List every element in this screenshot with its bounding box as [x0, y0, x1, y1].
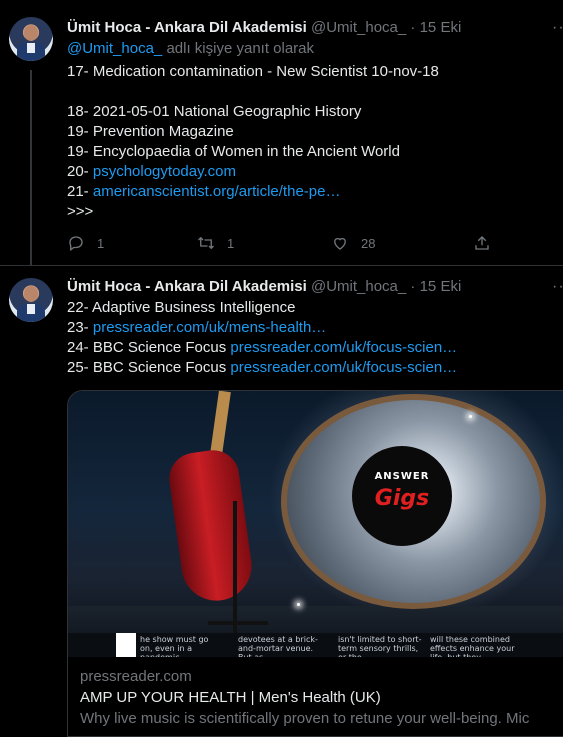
- magazine-text: he show must go on, even in a pandemic.: [140, 635, 209, 657]
- reply-context: @Umit_hoca_ adlı kişiye yanıt olarak: [67, 39, 314, 59]
- thread-connector-line: [30, 70, 32, 265]
- tweet-text-line: 25- BBC Science Focus pressreader.com/uk…: [67, 359, 458, 376]
- card-domain: pressreader.com: [80, 668, 192, 685]
- drum-logo: ANSWER Gigs: [352, 446, 452, 546]
- reply-to-handle[interactable]: @Umit_hoca_: [67, 40, 162, 57]
- reply-to-label: adlı kişiye yanıt olarak: [162, 40, 315, 57]
- share-icon: [475, 236, 489, 250]
- tweet-text-line: 17- Medication contamination - New Scien…: [67, 63, 439, 80]
- more-icon[interactable]: ···: [552, 277, 563, 297]
- like-count: 28: [361, 235, 376, 251]
- separator-dot: ·: [410, 278, 416, 295]
- like-button[interactable]: 28: [331, 234, 375, 252]
- share-button[interactable]: [473, 234, 491, 252]
- reply-count: 1: [97, 235, 105, 251]
- card-image[interactable]: ANSWER Gigs he show must go on, even in …: [68, 391, 563, 657]
- retweet-count: 1: [227, 235, 235, 251]
- tweet-link[interactable]: pressreader.com/uk/focus-scien…: [230, 359, 457, 376]
- author-name[interactable]: Ümit Hoca - Ankara Dil Akademisi: [67, 19, 307, 36]
- tweet[interactable]: Ümit Hoca - Ankara Dil Akademisi @Umit_h…: [0, 266, 563, 737]
- author-name[interactable]: Ümit Hoca - Ankara Dil Akademisi: [67, 278, 307, 295]
- more-icon[interactable]: ···: [552, 18, 563, 38]
- tweet-link[interactable]: pressreader.com/uk/focus-scien…: [230, 339, 457, 356]
- retweet-button[interactable]: 1: [197, 234, 234, 252]
- avatar[interactable]: [9, 17, 53, 61]
- tweet-link[interactable]: psychologytoday.com: [93, 163, 236, 180]
- like-icon: [334, 237, 346, 250]
- magazine-text: will these combined effects enhance your…: [430, 635, 515, 657]
- tweet-link[interactable]: pressreader.com/uk/mens-health…: [93, 319, 326, 336]
- tweet-date[interactable]: 15 Eki: [420, 278, 462, 295]
- author-handle[interactable]: @Umit_hoca_: [311, 278, 406, 295]
- tweet-text-line: >>>: [67, 203, 94, 220]
- tweet-header: Ümit Hoca - Ankara Dil Akademisi @Umit_h…: [67, 18, 563, 38]
- tweet-text-line: 21- americanscientist.org/article/the-pe…: [67, 183, 341, 200]
- reply-icon: [69, 236, 83, 252]
- link-preview-card[interactable]: ANSWER Gigs he show must go on, even in …: [67, 390, 563, 737]
- tweet-date[interactable]: 15 Eki: [420, 19, 462, 36]
- tweet-text-line: 18- 2021-05-01 National Geographic Histo…: [67, 103, 362, 120]
- avatar[interactable]: [9, 278, 53, 322]
- tweet-text-line: 20- psychologytoday.com: [67, 163, 236, 180]
- author-handle[interactable]: @Umit_hoca_: [311, 19, 406, 36]
- tweet-text-line: 19- Encyclopaedia of Women in the Ancien…: [67, 143, 400, 160]
- separator-dot: ·: [410, 19, 416, 36]
- reply-button[interactable]: 1: [67, 234, 104, 252]
- magazine-text: isn't limited to short-term sensory thri…: [338, 635, 422, 657]
- card-title: AMP UP YOUR HEALTH | Men's Health (UK): [80, 689, 381, 706]
- magazine-text: devotees at a brick-and-mortar venue. Bu…: [238, 635, 318, 657]
- tweet[interactable]: Ümit Hoca - Ankara Dil Akademisi @Umit_h…: [0, 0, 563, 266]
- tweet-link[interactable]: americanscientist.org/article/the-pe…: [93, 183, 341, 200]
- card-description: Why live music is scientifically proven …: [80, 710, 530, 727]
- tweet-actions: 1 1 28: [67, 234, 497, 254]
- tweet-text-line: 19- Prevention Magazine: [67, 123, 234, 140]
- drop-cap: [116, 633, 136, 657]
- tweet-text-line: 24- BBC Science Focus pressreader.com/uk…: [67, 339, 458, 356]
- retweet-icon: [198, 236, 214, 250]
- tweet-text-line: 23- pressreader.com/uk/mens-health…: [67, 319, 327, 336]
- tweet-header: Ümit Hoca - Ankara Dil Akademisi @Umit_h…: [67, 277, 563, 297]
- tweet-text-line: 22- Adaptive Business Intelligence: [67, 299, 296, 316]
